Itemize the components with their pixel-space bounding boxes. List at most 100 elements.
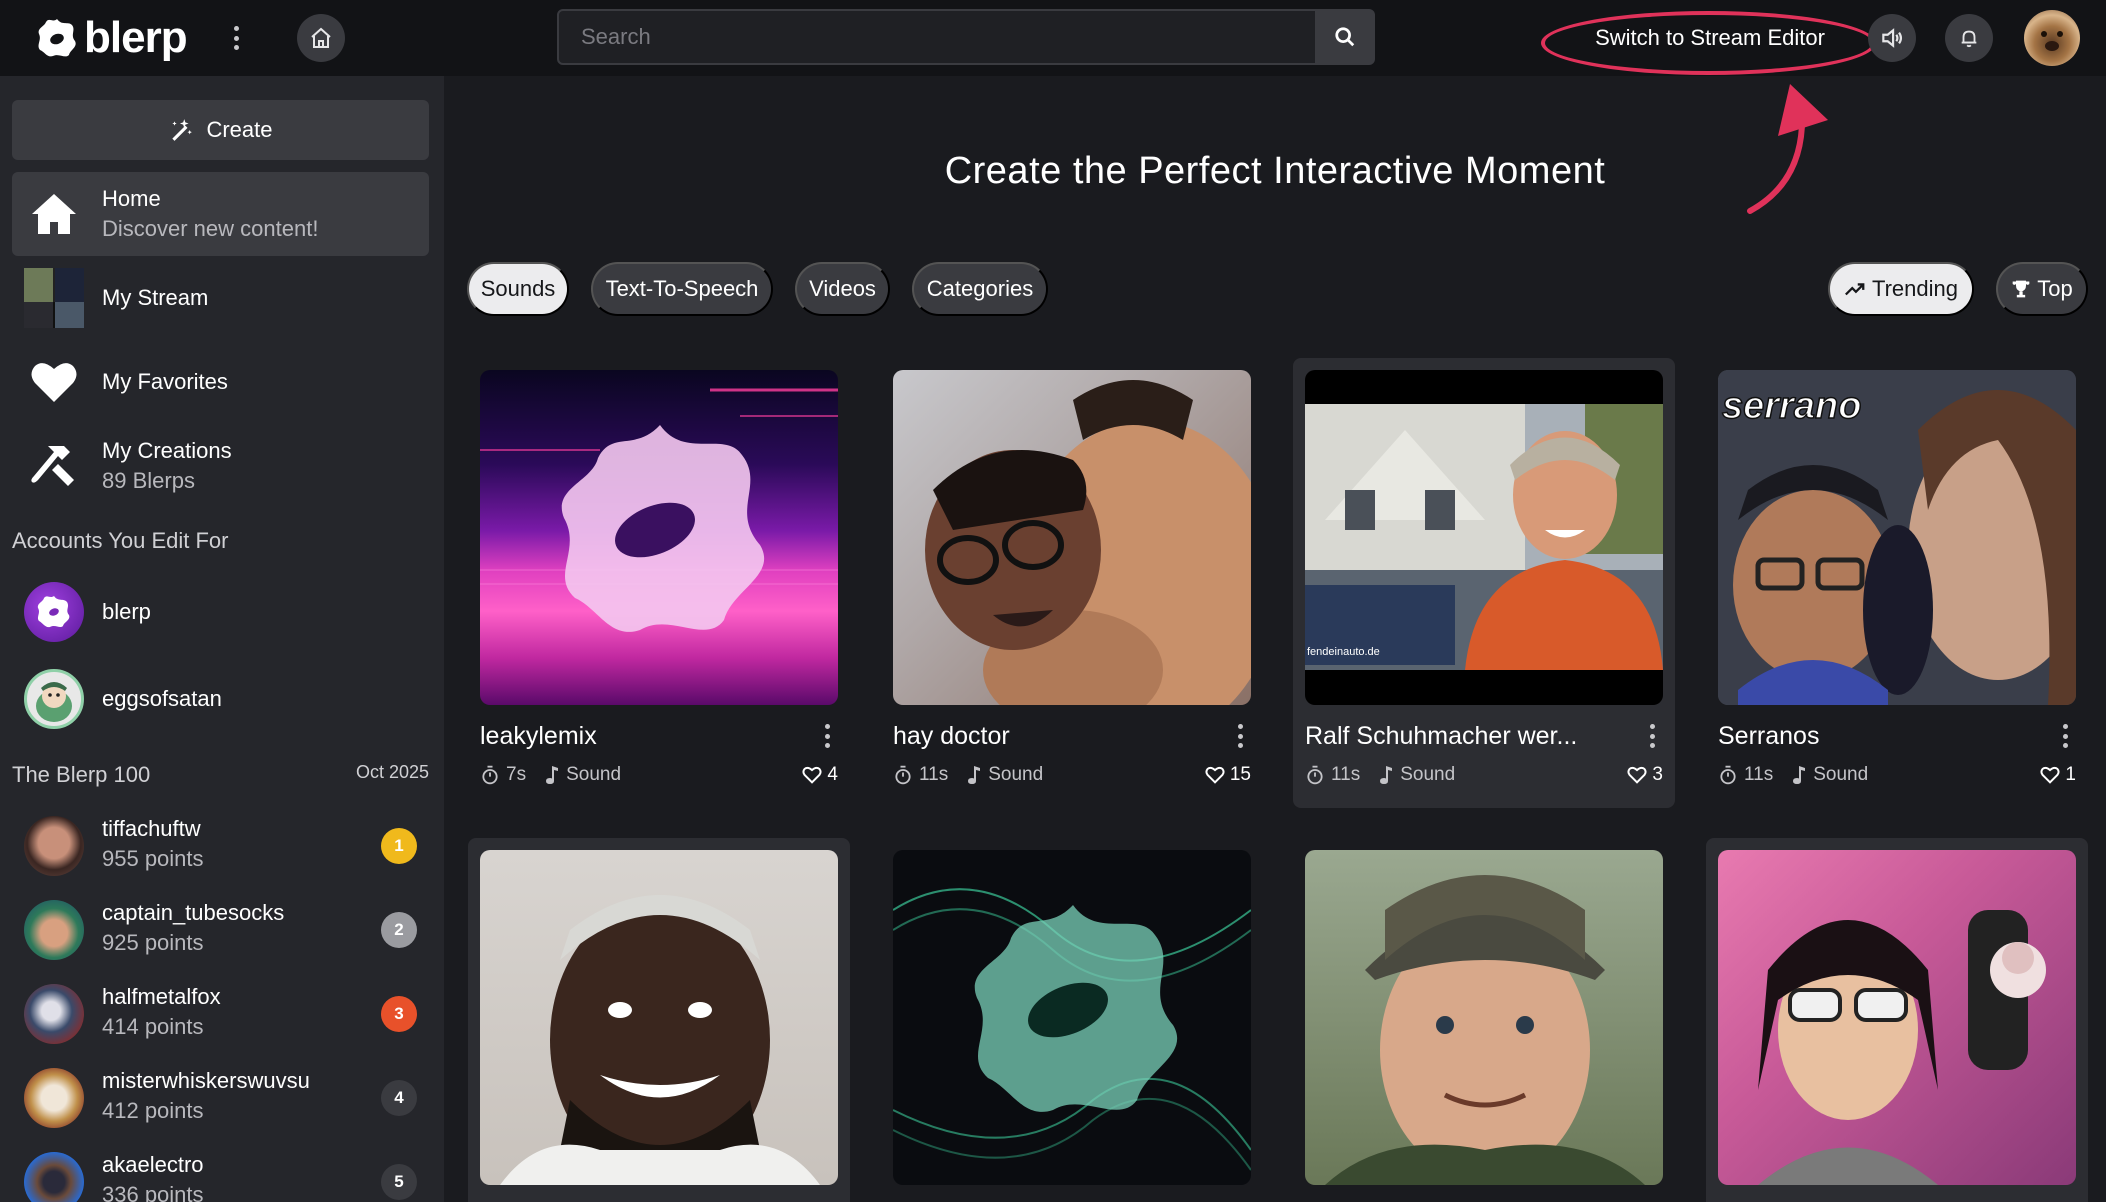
annotation-arrow-icon <box>1747 84 1828 214</box>
card-title[interactable]: Serranos <box>1718 722 2018 751</box>
blerp-logo[interactable]: blerp <box>36 14 188 62</box>
heart-outline-icon <box>1205 766 1225 784</box>
card-duration: 11s <box>919 764 949 785</box>
leaderboard-name: misterwhiskerswuvsu <box>102 1068 310 1093</box>
thumbnail-caption: fendeinauto.de <box>1307 646 1380 658</box>
blerp-logo-icon <box>38 19 76 57</box>
sound-card[interactable] <box>468 838 850 1202</box>
nav-subtitle: Discover new content! <box>102 216 319 241</box>
like-button[interactable]: 1 <box>2040 764 2076 786</box>
sidebar-item-my-favorites[interactable]: My Favorites <box>12 342 429 422</box>
card-type: Sound <box>1400 764 1456 785</box>
leaderboard-name: akaelectro <box>102 1152 204 1177</box>
card-like-count: 3 <box>1652 764 1663 785</box>
sound-card[interactable] <box>881 838 1263 1202</box>
like-button[interactable]: 15 <box>1205 764 1251 786</box>
sound-card[interactable]: leakylemix 7s Sound 4 <box>468 358 850 808</box>
sound-card[interactable] <box>1706 838 2088 1202</box>
accounts-heading: Accounts You Edit For <box>12 528 229 553</box>
sidebar-item-my-stream[interactable]: My Stream <box>12 258 429 338</box>
page-title: Create the Perfect Interactive Moment <box>944 150 1606 192</box>
more-menu-icon[interactable] <box>228 22 244 54</box>
user-avatar[interactable] <box>2024 10 2080 66</box>
like-button[interactable]: 4 <box>802 764 838 786</box>
home-button[interactable] <box>297 14 345 62</box>
stopwatch-icon <box>1307 765 1323 785</box>
card-thumbnail[interactable] <box>480 850 838 1185</box>
thumbnail-caption: serrano <box>1722 385 1861 427</box>
leaderboard-row[interactable]: tiffachuftw 955 points 1 <box>12 804 429 888</box>
leaderboard-points: 412 points <box>102 1098 204 1123</box>
tab-videos[interactable]: Videos <box>795 262 890 316</box>
card-like-count: 15 <box>1229 764 1251 785</box>
leaderboard-row[interactable]: captain_tubesocks 925 points 2 <box>12 888 429 972</box>
tab-text-to-speech[interactable]: Text-To-Speech <box>591 262 773 316</box>
home-filled-icon <box>32 194 76 234</box>
notifications-button[interactable] <box>1945 14 1993 62</box>
card-type: Sound <box>566 764 622 785</box>
music-note-icon <box>546 766 559 784</box>
rank-badge: 1 <box>381 828 417 864</box>
card-thumbnail[interactable]: fendeinauto.de <box>1305 370 1663 705</box>
leaderboard-row[interactable]: akaelectro 336 points 5 <box>12 1140 429 1202</box>
leaderboard-heading: The Blerp 100 <box>12 762 151 787</box>
card-title[interactable]: Ralf Schuhmacher wer... <box>1305 722 1605 751</box>
avatar <box>24 669 84 729</box>
home-icon <box>311 27 331 48</box>
magic-wand-icon <box>172 119 193 141</box>
card-thumbnail[interactable] <box>1305 850 1663 1185</box>
leaderboard-row[interactable]: halfmetalfox 414 points 3 <box>12 972 429 1056</box>
avatar <box>24 984 84 1044</box>
tab-sounds[interactable]: Sounds <box>467 262 569 316</box>
heart-outline-icon <box>1627 766 1647 784</box>
stopwatch-icon <box>482 765 498 785</box>
sound-card[interactable]: serrano Serranos 11s Sound 1 <box>1706 358 2088 808</box>
stopwatch-icon <box>895 765 911 785</box>
leaderboard-row[interactable]: misterwhiskerswuvsu 412 points 4 <box>12 1056 429 1140</box>
heart-outline-icon <box>802 766 822 784</box>
account-item-blerp[interactable]: blerp <box>12 577 429 647</box>
leaderboard-points: 955 points <box>102 846 204 871</box>
like-button[interactable]: 3 <box>1627 764 1663 786</box>
search-input[interactable] <box>557 9 1317 65</box>
leaderboard-points: 414 points <box>102 1014 204 1039</box>
sound-card[interactable]: hay doctor 11s Sound 15 <box>881 358 1263 808</box>
stream-thumbnail-icon <box>24 268 84 328</box>
card-title[interactable]: leakylemix <box>480 722 780 751</box>
rank-badge: 5 <box>381 1164 417 1200</box>
sidebar-item-home[interactable]: Home Discover new content! <box>12 172 429 256</box>
heart-outline-icon <box>2040 766 2060 784</box>
bell-icon <box>1961 30 1977 48</box>
sound-card[interactable]: fendeinauto.de Ralf Schuhmacher wer... 1… <box>1293 358 1675 808</box>
sound-toggle-button[interactable] <box>1868 14 1916 62</box>
sort-trending-button[interactable]: Trending <box>1828 262 1974 316</box>
card-thumbnail[interactable]: serrano <box>1718 370 2076 705</box>
sound-card[interactable] <box>1293 838 1675 1202</box>
account-name: blerp <box>102 599 151 624</box>
avatar <box>24 582 84 642</box>
card-thumbnail[interactable] <box>1718 850 2076 1185</box>
card-thumbnail[interactable] <box>480 370 838 705</box>
sidebar-item-my-creations[interactable]: My Creations 89 Blerps <box>12 426 429 506</box>
avatar <box>24 1068 84 1128</box>
card-thumbnail[interactable] <box>893 370 1251 705</box>
rank-badge: 4 <box>381 1080 417 1116</box>
nav-title: My Stream <box>102 285 209 310</box>
heart-icon <box>31 363 77 402</box>
card-title[interactable]: hay doctor <box>893 722 1193 751</box>
account-item-eggsofsatan[interactable]: eggsofsatan <box>12 664 429 734</box>
card-more-icon[interactable] <box>822 722 832 750</box>
account-name: eggsofsatan <box>102 686 222 711</box>
card-more-icon[interactable] <box>2060 722 2070 750</box>
card-type: Sound <box>1813 764 1869 785</box>
tab-categories[interactable]: Categories <box>912 262 1048 316</box>
sort-top-button[interactable]: Top <box>1996 262 2088 316</box>
nav-subtitle: 89 Blerps <box>102 468 195 493</box>
sort-trending-label: Trending <box>1871 276 1958 301</box>
search-button[interactable] <box>1315 9 1375 65</box>
card-more-icon[interactable] <box>1647 722 1657 750</box>
card-thumbnail[interactable] <box>893 850 1251 1185</box>
create-button[interactable]: Create <box>12 100 429 160</box>
card-duration: 7s <box>506 764 527 785</box>
card-more-icon[interactable] <box>1235 722 1245 750</box>
